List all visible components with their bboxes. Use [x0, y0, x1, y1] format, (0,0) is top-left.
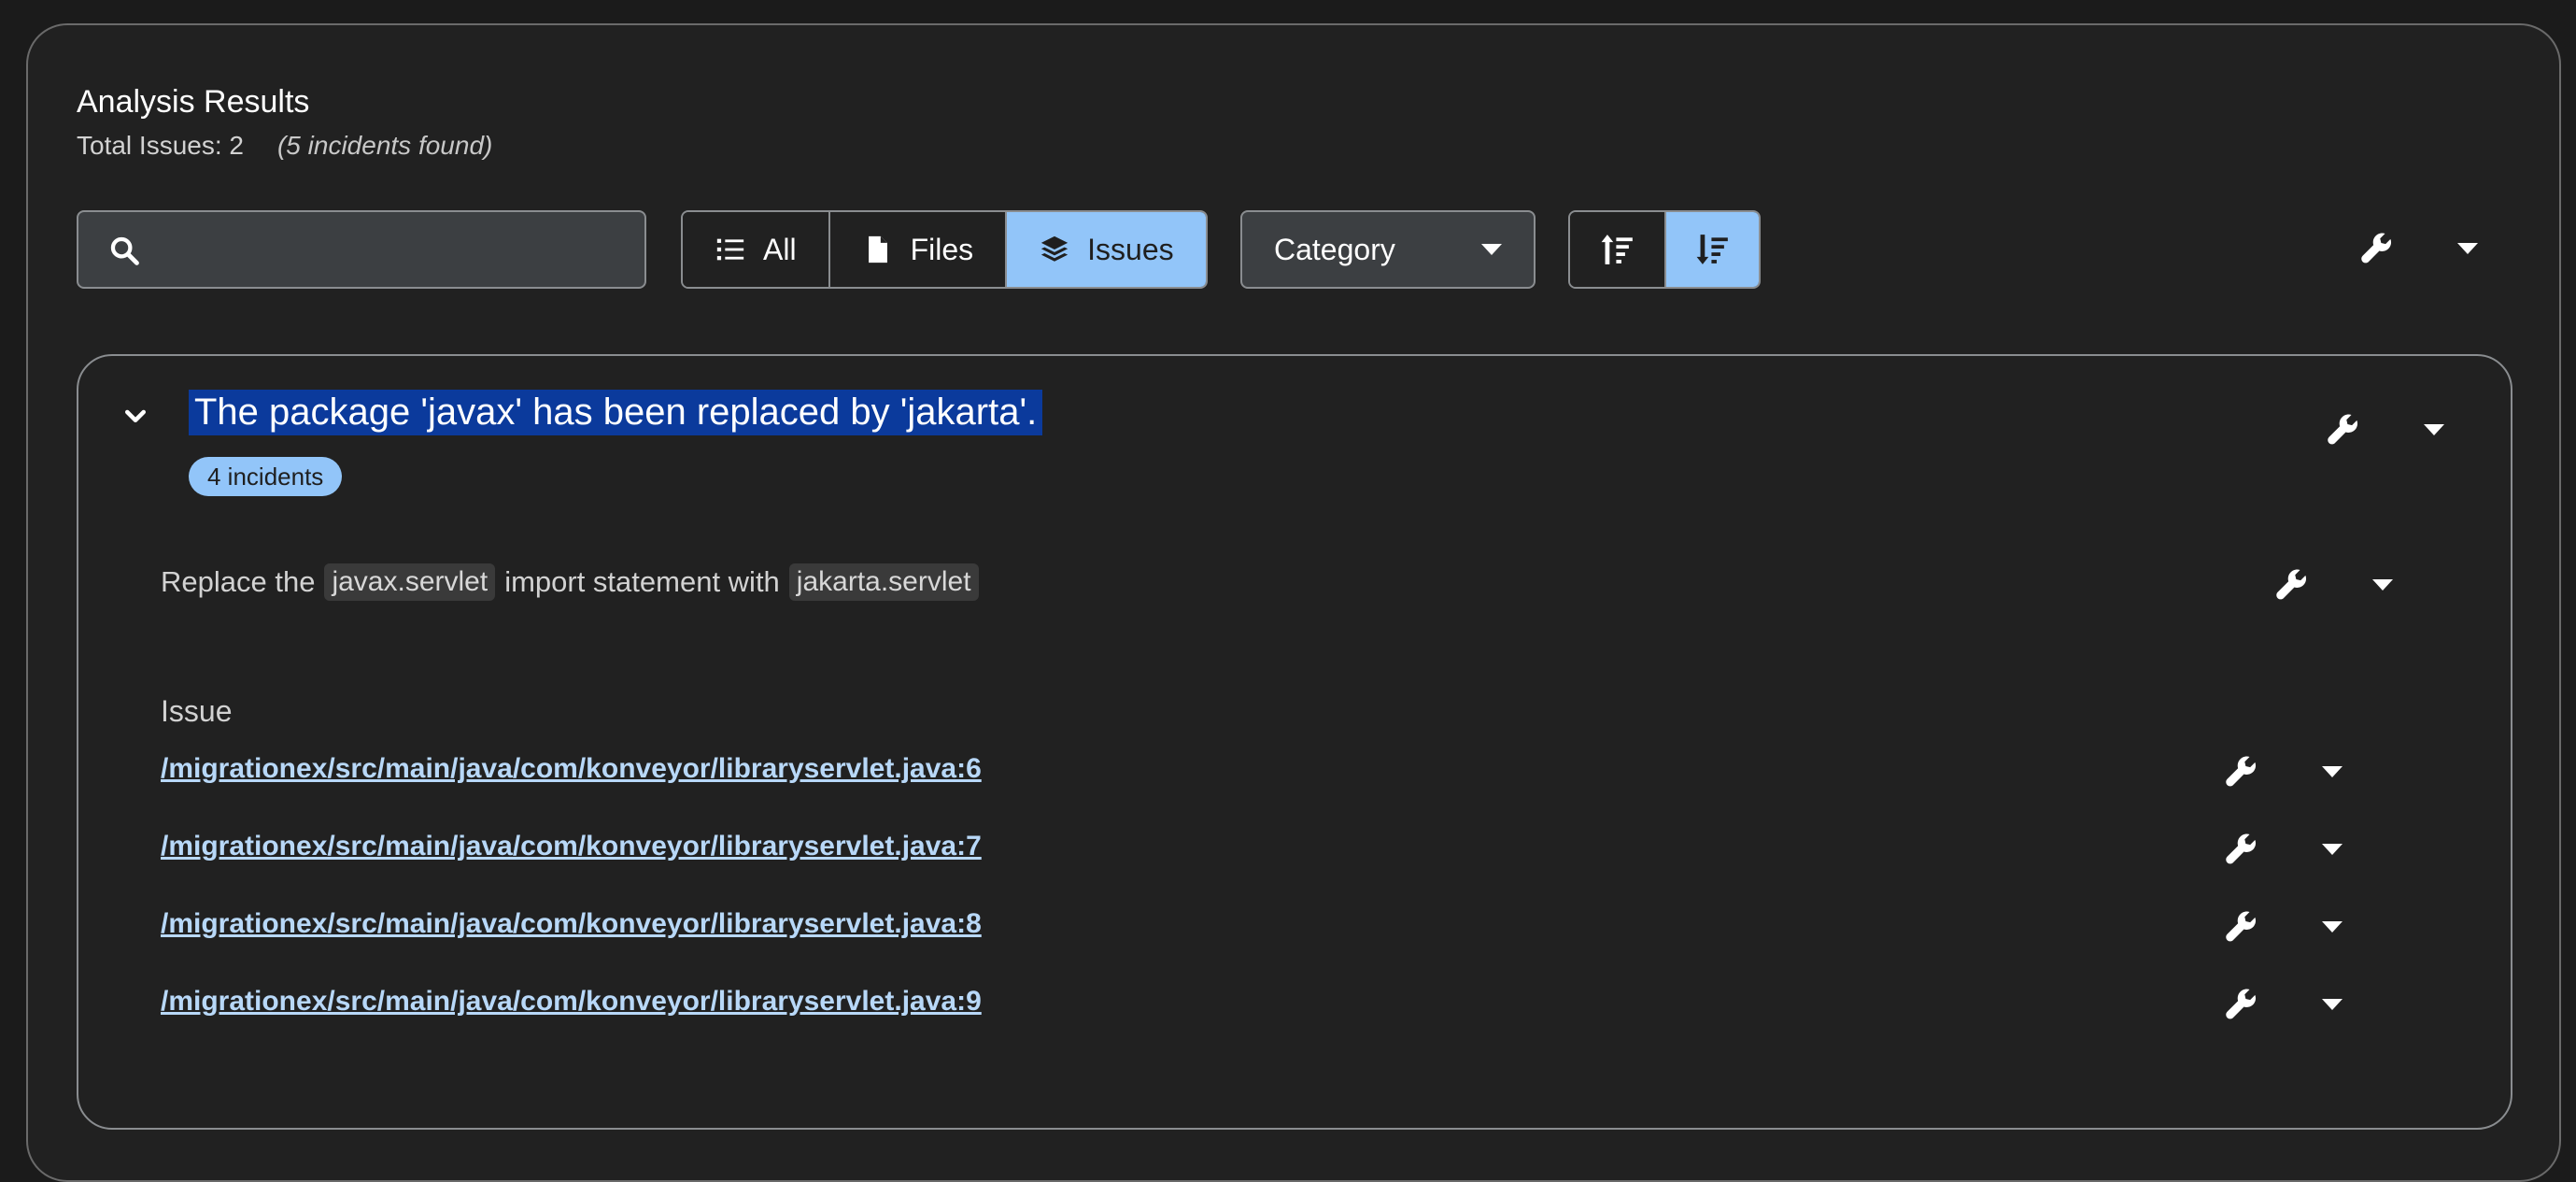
issue-actions — [2325, 412, 2444, 448]
wrench-icon[interactable] — [2223, 754, 2258, 790]
incident-count-badge: 4 incidents — [189, 457, 343, 496]
sort-toggle-group — [1568, 210, 1761, 289]
sort-descending-button[interactable] — [1664, 212, 1759, 287]
list-icon — [716, 238, 744, 261]
sort-descending-icon — [1696, 235, 1728, 264]
incident-link[interactable]: /migrationex/src/main/java/com/konveyor/… — [161, 908, 982, 940]
wrench-icon[interactable] — [2273, 567, 2309, 603]
wrench-icon[interactable] — [2223, 832, 2258, 867]
sort-ascending-button[interactable] — [1570, 212, 1664, 287]
total-issues-label: Total Issues: 2 — [77, 131, 244, 160]
issue-actions-menu-icon[interactable] — [2424, 424, 2444, 435]
search-icon — [110, 236, 139, 265]
code-from: javax.servlet — [324, 563, 496, 601]
hint-prefix: Replace the — [161, 565, 316, 598]
issue-card: The package 'javax' has been replaced by… — [77, 354, 2512, 1130]
file-icon — [868, 235, 887, 263]
search-box[interactable] — [77, 210, 646, 289]
search-input[interactable] — [163, 225, 630, 274]
incident-link[interactable]: /migrationex/src/main/java/com/konveyor/… — [161, 986, 982, 1018]
incident-actions — [2223, 909, 2342, 945]
incidents-found-label: (5 incidents found) — [276, 131, 493, 160]
incident-menu-icon[interactable] — [2322, 999, 2342, 1010]
caret-down-icon — [1481, 244, 1502, 255]
sort-ascending-icon — [1601, 235, 1633, 264]
incident-actions — [2223, 987, 2342, 1022]
toggle-all-label: All — [763, 232, 797, 266]
wrench-icon[interactable] — [2325, 412, 2360, 448]
global-actions — [2358, 231, 2478, 266]
category-select-value: Category — [1274, 232, 1395, 266]
code-to: jakarta.servlet — [788, 563, 979, 601]
category-select[interactable]: Category — [1240, 210, 1536, 289]
incident-link[interactable]: /migrationex/src/main/java/com/konveyor/… — [161, 831, 982, 862]
wrench-icon[interactable] — [2223, 909, 2258, 945]
global-actions-menu-icon[interactable] — [2457, 243, 2478, 254]
view-toggle-group: All Files Issues — [681, 210, 1208, 289]
incident-menu-icon[interactable] — [2322, 844, 2342, 855]
issue-hint: Replace the javax.servlet import stateme… — [161, 563, 979, 601]
incident-menu-icon[interactable] — [2322, 921, 2342, 933]
incident-actions — [2223, 754, 2342, 790]
issues-summary: Total Issues: 2 (5 incidents found) — [77, 131, 492, 161]
toggle-files-button[interactable]: Files — [829, 212, 1008, 287]
issue-title[interactable]: The package 'javax' has been replaced by… — [189, 390, 1043, 435]
page-title: Analysis Results — [77, 84, 310, 120]
wrench-icon[interactable] — [2358, 231, 2394, 266]
layers-icon — [1040, 235, 1069, 262]
toggle-issues-label: Issues — [1087, 232, 1174, 266]
wrench-icon[interactable] — [2223, 987, 2258, 1022]
incident-list-header: Issue — [161, 694, 233, 728]
hint-actions-menu-icon[interactable] — [2372, 579, 2393, 591]
chevron-down-icon[interactable] — [121, 403, 149, 431]
incident-link[interactable]: /migrationex/src/main/java/com/konveyor/… — [161, 753, 982, 785]
incident-menu-icon[interactable] — [2322, 766, 2342, 777]
toggle-issues-button[interactable]: Issues — [1007, 212, 1206, 287]
toggle-files-label: Files — [910, 232, 974, 266]
hint-actions — [2273, 567, 2393, 603]
incident-actions — [2223, 832, 2342, 867]
toggle-all-button[interactable]: All — [683, 212, 830, 287]
hint-middle: import statement with — [504, 565, 780, 598]
